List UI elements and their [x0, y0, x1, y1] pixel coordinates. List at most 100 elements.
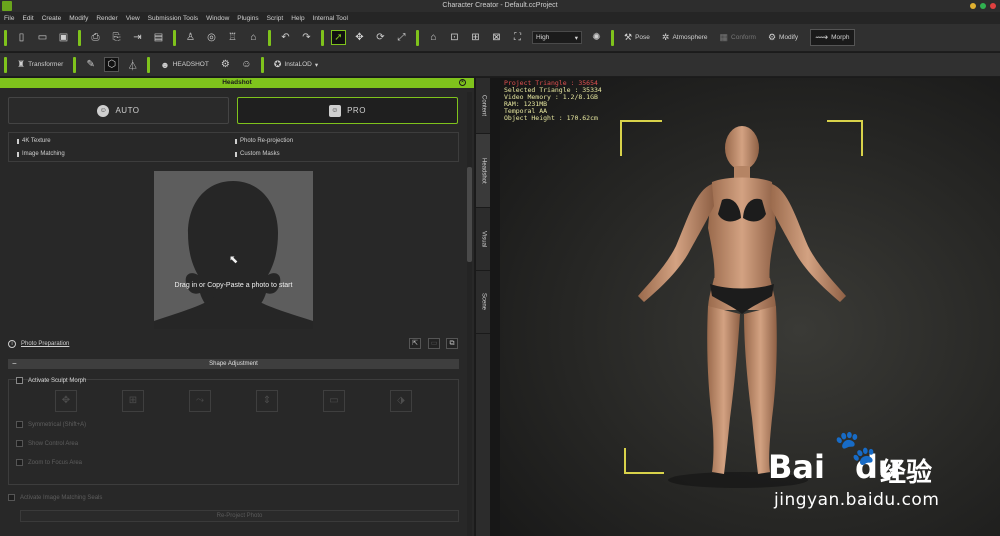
- modify-icon: ⚙: [767, 32, 777, 42]
- atmosphere-label: Atmosphere: [672, 34, 708, 41]
- conform-button[interactable]: ▦ Conform: [720, 32, 756, 43]
- pose-figure-icon[interactable]: ♖: [225, 30, 240, 45]
- activate-sculpt-row[interactable]: Activate Sculpt Morph: [16, 377, 86, 384]
- toolbar-separator: [416, 29, 419, 46]
- panel-scrollbar[interactable]: [467, 92, 472, 536]
- rotate-icon[interactable]: ⟳: [373, 30, 388, 45]
- transformer-button[interactable]: ♜ Transformer: [17, 59, 63, 70]
- menu-render[interactable]: Render: [96, 15, 117, 22]
- instalod-button[interactable]: ✪ InstaLOD ▾: [274, 59, 318, 70]
- scale-icon[interactable]: ⤢: [394, 30, 409, 45]
- import-icon[interactable]: ⎙: [88, 30, 103, 45]
- show-control-checkbox[interactable]: [16, 440, 23, 447]
- camera-view-icon[interactable]: ⊡: [447, 30, 462, 45]
- menu-window[interactable]: Window: [206, 15, 229, 22]
- 3d-viewport[interactable]: Project Triangle : 35654 Selected Triang…: [500, 78, 1000, 536]
- menu-help[interactable]: Help: [291, 15, 304, 22]
- zoom-frame-icon[interactable]: ⛶: [510, 30, 525, 45]
- chevron-down-icon: ▾: [574, 34, 578, 42]
- clear-image-icon[interactable]: ▭: [428, 338, 440, 349]
- load-image-icon[interactable]: ⇱: [409, 338, 421, 349]
- menu-internal-tool[interactable]: Internal Tool: [313, 15, 348, 22]
- menu-plugins[interactable]: Plugins: [237, 15, 258, 22]
- target-icon[interactable]: ◎: [204, 30, 219, 45]
- zoom-focus-checkbox[interactable]: [16, 459, 23, 466]
- menu-modify[interactable]: Modify: [69, 15, 88, 22]
- panel-close-icon[interactable]: ×: [459, 79, 466, 86]
- select-arrow-icon[interactable]: ➚: [331, 30, 346, 45]
- scene-icon[interactable]: ⌂: [246, 30, 261, 45]
- auto-face-icon: ☺: [97, 104, 110, 117]
- photo-dropzone[interactable]: ⬉ Drag in or Copy-Paste a photo to start: [154, 171, 313, 329]
- menu-script[interactable]: Script: [267, 15, 284, 22]
- zoom-focus-row[interactable]: Zoom to Focus Area: [16, 459, 82, 466]
- auto-mode-button[interactable]: ☺ AUTO: [8, 97, 229, 124]
- feature-item: Custom Masks: [235, 151, 280, 157]
- secondary-toolbar: ♜ Transformer ✎ ⬡ ⏃ ☻ HEADSHOT ⚙ ☺ ✪ Ins…: [0, 53, 1000, 77]
- sculpt-tool-mask-icon[interactable]: ⬗: [390, 390, 412, 412]
- head-settings-icon[interactable]: ⚙: [218, 57, 233, 72]
- image-matching-row[interactable]: Activate Image Matching Seals: [8, 494, 102, 501]
- modify-button[interactable]: ⚙ Modify: [768, 32, 798, 43]
- mesh-edit-icon[interactable]: ⬡: [104, 57, 120, 72]
- pro-mode-button[interactable]: ☺ PRO: [237, 97, 458, 124]
- menu-create[interactable]: Create: [42, 15, 62, 22]
- sculpt-tool-move-icon[interactable]: ✥: [55, 390, 77, 412]
- frame-icon[interactable]: ⊠: [489, 30, 504, 45]
- shape-adjustment-header[interactable]: − Shape Adjustment: [8, 359, 459, 369]
- morph-button[interactable]: ⟿ Morph: [810, 29, 855, 46]
- open-folder-icon[interactable]: ▭: [35, 30, 50, 45]
- symmetrical-checkbox[interactable]: [16, 421, 23, 428]
- sculpt-icon[interactable]: ✎: [83, 57, 98, 72]
- copy-image-icon[interactable]: ⧉: [446, 338, 458, 349]
- move-icon[interactable]: ✥: [352, 30, 367, 45]
- menu-view[interactable]: View: [126, 15, 140, 22]
- show-control-row[interactable]: Show Control Area: [16, 440, 78, 447]
- fit-icon[interactable]: ⊞: [468, 30, 483, 45]
- undo-icon[interactable]: ↶: [278, 30, 293, 45]
- close-button[interactable]: [990, 3, 996, 9]
- watermark-cn-text: 经验: [880, 458, 933, 488]
- atmosphere-button[interactable]: ✲ Atmosphere: [662, 32, 708, 43]
- sculpt-tool-pose-icon[interactable]: ⤳: [189, 390, 211, 412]
- sculpt-tool-smooth-icon[interactable]: ⇕: [256, 390, 278, 412]
- instalod-label: InstaLOD: [284, 61, 312, 68]
- headshot-panel: Headshot × ☺ AUTO ☺ PRO 4K Texture Photo…: [0, 78, 474, 536]
- panel-splitter[interactable]: [490, 78, 500, 536]
- new-file-icon[interactable]: ▯: [14, 30, 29, 45]
- export-arrow-icon[interactable]: ⇥: [130, 30, 145, 45]
- render-icon[interactable]: ▤: [151, 30, 166, 45]
- tab-content[interactable]: Content: [476, 78, 491, 134]
- tab-headshot[interactable]: Headshot: [476, 134, 491, 208]
- pose-button[interactable]: ⚒ Pose: [624, 32, 650, 43]
- export-icon[interactable]: ⎘: [109, 30, 124, 45]
- tab-scene[interactable]: Scene: [476, 271, 491, 334]
- activate-sculpt-checkbox[interactable]: [16, 377, 23, 384]
- headshot-button[interactable]: ☻ HEADSHOT: [160, 60, 209, 70]
- menu-file[interactable]: File: [4, 15, 14, 22]
- character-icon[interactable]: ♙: [183, 30, 198, 45]
- light-icon[interactable]: ✺: [589, 30, 604, 45]
- toolbar-separator: [268, 29, 271, 46]
- photo-preparation-link[interactable]: Photo Preparation: [21, 341, 69, 347]
- head-profile-icon[interactable]: ☺: [239, 57, 254, 72]
- wireframe-icon[interactable]: ⏃: [125, 57, 140, 72]
- maximize-button[interactable]: [980, 3, 986, 9]
- menu-edit[interactable]: Edit: [22, 15, 33, 22]
- minimize-button[interactable]: [970, 3, 976, 9]
- watermark-brand-part1: Bai: [768, 448, 825, 486]
- scrollbar-thumb[interactable]: [467, 167, 472, 262]
- feature-item: Image Matching: [17, 151, 65, 157]
- symmetrical-row[interactable]: Symmetrical (Shift+A): [16, 421, 86, 428]
- home-camera-icon[interactable]: ⌂: [426, 30, 441, 45]
- menu-submission-tools[interactable]: Submission Tools: [148, 15, 198, 22]
- render-quality-select[interactable]: High ▾: [532, 31, 582, 44]
- image-matching-checkbox[interactable]: [8, 494, 15, 501]
- transformer-label: Transformer: [28, 61, 64, 68]
- reproject-photo-button[interactable]: Re-Project Photo: [20, 510, 459, 522]
- sculpt-tool-grab-icon[interactable]: ⊞: [122, 390, 144, 412]
- tab-visual[interactable]: Visual: [476, 208, 491, 271]
- save-icon[interactable]: ▣: [56, 30, 71, 45]
- sculpt-tool-flatten-icon[interactable]: ▭: [323, 390, 345, 412]
- redo-icon[interactable]: ↷: [299, 30, 314, 45]
